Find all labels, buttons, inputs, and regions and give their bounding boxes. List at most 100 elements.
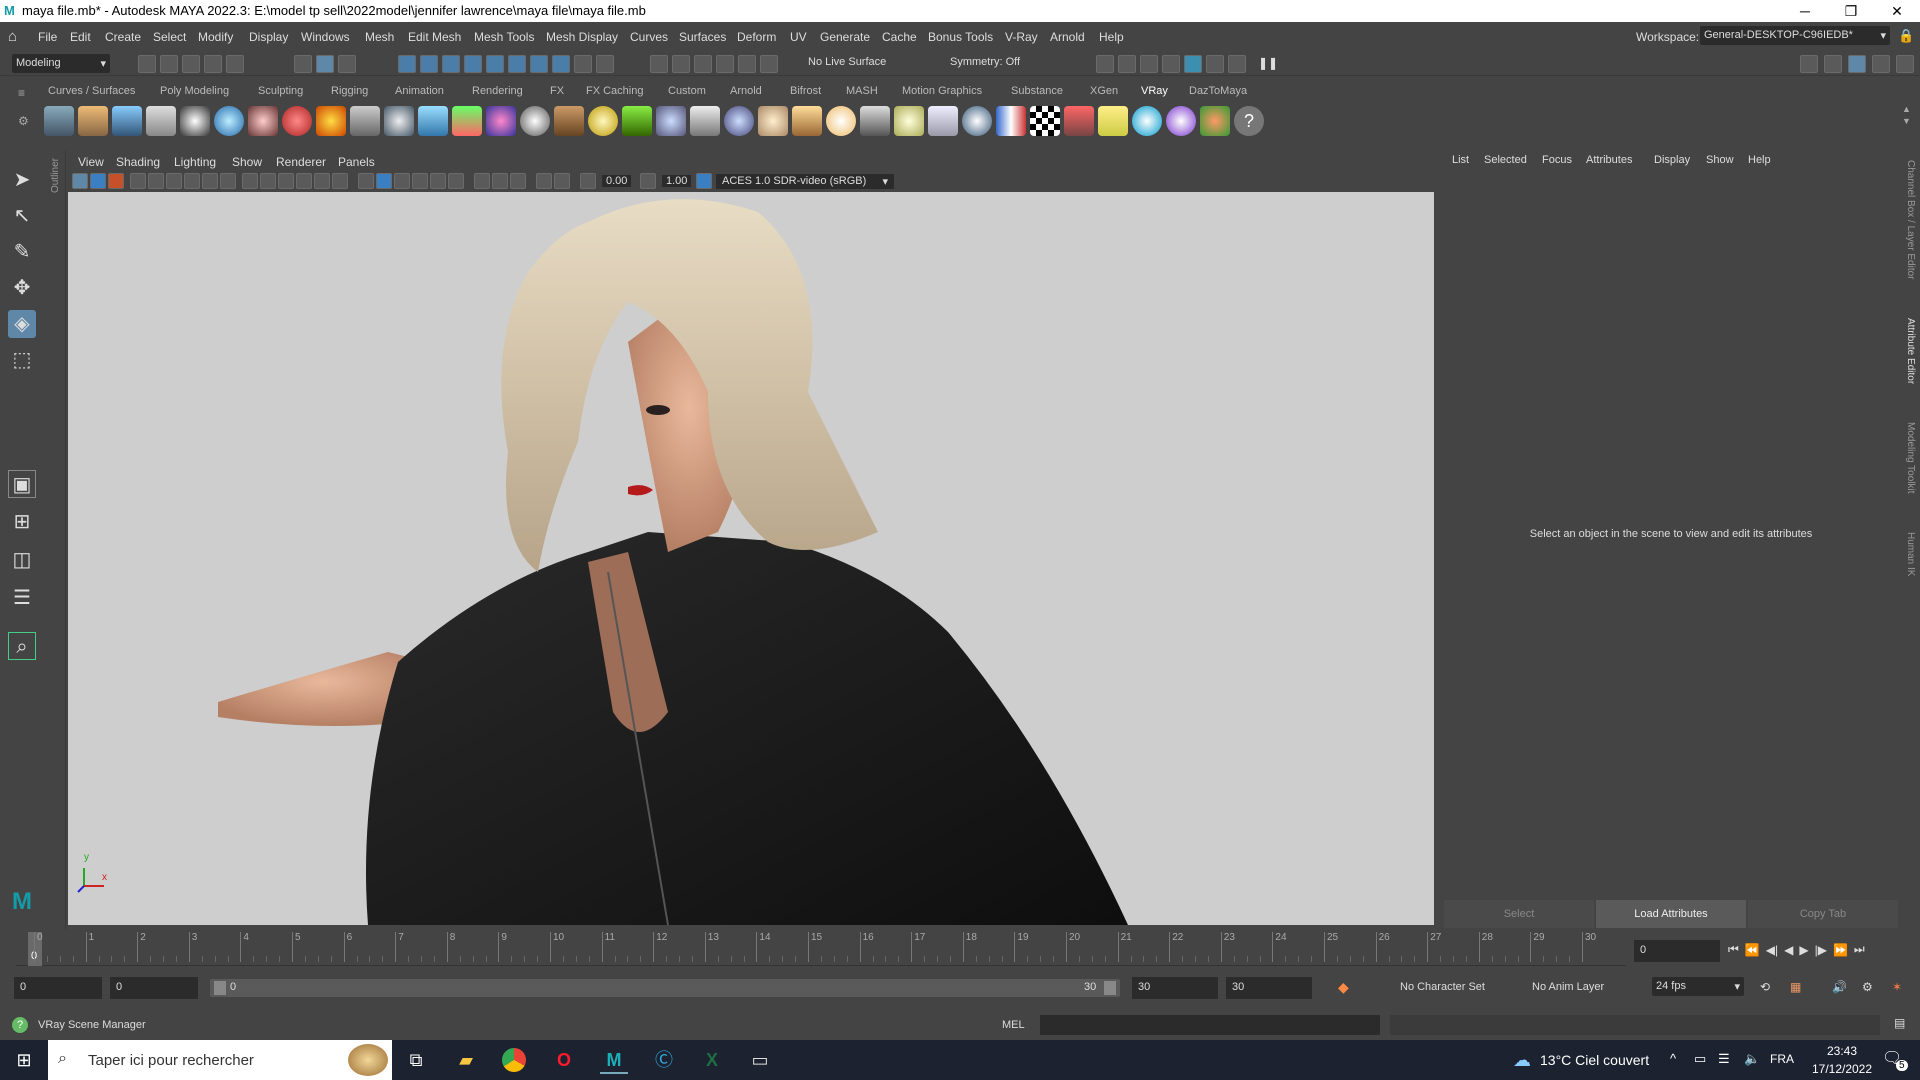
vray-decal-icon[interactable]	[384, 106, 414, 136]
minimize-button[interactable]: ─	[1782, 0, 1828, 22]
playback-start-field[interactable]: 0	[110, 977, 198, 999]
redo-icon[interactable]	[226, 55, 244, 73]
tab-human-ik[interactable]: Human IK	[1905, 532, 1916, 576]
menu-mesh-display[interactable]: Mesh Display	[546, 30, 618, 44]
step-forward-frame-icon[interactable]: |▶	[1815, 943, 1827, 957]
weather-icon[interactable]: ☁	[1508, 1046, 1536, 1074]
soft-select-icon[interactable]	[716, 55, 734, 73]
safe-title-icon[interactable]	[314, 173, 330, 189]
viewport[interactable]: y x	[68, 192, 1434, 925]
menu-uv[interactable]: UV	[790, 30, 807, 44]
render-view-icon[interactable]	[1096, 55, 1114, 73]
clock-time[interactable]: 23:43	[1816, 1044, 1868, 1058]
bookmarks-icon[interactable]	[108, 173, 124, 189]
vray-ipr-icon[interactable]	[78, 106, 108, 136]
ae-menu-focus[interactable]: Focus	[1542, 154, 1572, 166]
menu-vray[interactable]: V-Ray	[1005, 30, 1038, 44]
tab-attribute-editor[interactable]: Attribute Editor	[1905, 318, 1916, 384]
sound-icon[interactable]: 🔊	[1832, 980, 1847, 994]
shadows-icon[interactable]	[412, 173, 428, 189]
vray-proxy-icon[interactable]	[248, 106, 278, 136]
shelf-tab-rendering[interactable]: Rendering	[472, 85, 523, 97]
vray-plugin-icon[interactable]	[146, 106, 176, 136]
menu-display[interactable]: Display	[249, 30, 288, 44]
vray-scene-manager-icon[interactable]	[1200, 106, 1230, 136]
bookmark-icon[interactable]	[184, 173, 200, 189]
auto-key-icon[interactable]: ◆	[1338, 979, 1349, 996]
xray-joints-icon[interactable]	[554, 173, 570, 189]
vray-rect-light-icon[interactable]	[928, 106, 958, 136]
snap-curve-icon[interactable]	[420, 55, 438, 73]
chrome-icon[interactable]	[502, 1048, 526, 1072]
vray-sphere-light-icon[interactable]	[724, 106, 754, 136]
opera-icon[interactable]: O	[550, 1046, 578, 1074]
lock-icon[interactable]: 🔒	[1898, 28, 1914, 44]
task-view-icon[interactable]: ⧉	[402, 1046, 430, 1074]
motion-blur-icon[interactable]	[448, 173, 464, 189]
gate-mask-icon[interactable]	[260, 173, 276, 189]
two-pane-icon[interactable]: ◫	[8, 546, 36, 574]
vray-dome-icon[interactable]	[520, 106, 550, 136]
viewport-menu-show[interactable]: Show	[232, 155, 262, 169]
workspace-select[interactable]: General-DESKTOP-C96IEDB* ▾	[1700, 26, 1890, 45]
script-type-toggle[interactable]: MEL	[1002, 1019, 1025, 1031]
vray-sphere-icon[interactable]	[214, 106, 244, 136]
vray-frame-buffer-icon[interactable]	[1206, 55, 1224, 73]
shelf-tab-curves-surfaces[interactable]: Curves / Surfaces	[48, 85, 135, 97]
symmetry-label[interactable]: Symmetry: Off	[950, 56, 1020, 68]
lasso-tool-icon[interactable]: ↖	[8, 202, 36, 230]
scale-tool-icon[interactable]: ⬚	[8, 346, 36, 374]
menu-curves[interactable]: Curves	[630, 30, 668, 44]
reflection-icon[interactable]	[738, 55, 756, 73]
excel-icon[interactable]: X	[698, 1046, 726, 1074]
viewport-menu-lighting[interactable]: Lighting	[174, 155, 216, 169]
step-back-frame-icon[interactable]: ◀|	[1766, 943, 1778, 957]
render-current-icon[interactable]	[1118, 55, 1136, 73]
input-ops-icon[interactable]	[650, 55, 668, 73]
menu-file[interactable]: File	[38, 30, 57, 44]
snap-view-plane-icon[interactable]	[464, 55, 482, 73]
shelf-tab-bifrost[interactable]: Bifrost	[790, 85, 821, 97]
output-ops-icon[interactable]	[672, 55, 690, 73]
ae-load-attributes-button[interactable]: Load Attributes	[1596, 900, 1746, 928]
menu-select[interactable]: Select	[153, 30, 186, 44]
vray-scatter-icon[interactable]	[656, 106, 686, 136]
lock-selection-icon[interactable]	[574, 55, 592, 73]
anti-aliasing-icon[interactable]	[474, 173, 490, 189]
shelf-tab-sculpting[interactable]: Sculpting	[258, 85, 303, 97]
render-sequence-icon[interactable]	[1228, 55, 1246, 73]
resolution-gate-icon[interactable]	[242, 173, 258, 189]
loop-icon[interactable]: ⟲	[1760, 980, 1770, 994]
new-scene-icon[interactable]	[138, 55, 156, 73]
network-icon[interactable]: ☰	[1718, 1051, 1730, 1067]
ae-menu-show[interactable]: Show	[1706, 154, 1734, 166]
shelf-settings-icon[interactable]: ⚙	[18, 114, 29, 128]
film-gate-icon[interactable]	[220, 173, 236, 189]
taskbar-search-box[interactable]: ⌕ Taper ici pour rechercher	[48, 1040, 392, 1080]
construction-history-icon[interactable]	[694, 55, 712, 73]
wireframe-icon[interactable]	[332, 173, 348, 189]
vray-render-elements-icon[interactable]	[1064, 106, 1094, 136]
ipr-render-icon[interactable]	[1140, 55, 1158, 73]
xray-icon[interactable]	[536, 173, 552, 189]
ae-menu-attributes[interactable]: Attributes	[1586, 154, 1632, 166]
shelf-tab-rigging[interactable]: Rigging	[331, 85, 368, 97]
single-pane-icon[interactable]: ▣	[8, 470, 36, 498]
save-scene-icon[interactable]	[182, 55, 200, 73]
vray-enmesh-icon[interactable]	[452, 106, 482, 136]
shelf-tab-fx-caching[interactable]: FX Caching	[586, 85, 643, 97]
ae-menu-help[interactable]: Help	[1748, 154, 1771, 166]
select-object-icon[interactable]	[316, 55, 334, 73]
animation-preferences-icon[interactable]: ⚙	[1862, 980, 1873, 994]
select-tool-icon[interactable]: ➤	[8, 166, 36, 194]
menu-mesh[interactable]: Mesh	[365, 30, 394, 44]
menu-deform[interactable]: Deform	[737, 30, 776, 44]
script-editor-icon[interactable]: ▤	[1894, 1016, 1905, 1030]
layout-icon[interactable]	[1800, 55, 1818, 73]
menu-windows[interactable]: Windows	[301, 30, 350, 44]
ambient-occlusion-icon[interactable]	[430, 173, 446, 189]
range-end-handle[interactable]	[1104, 981, 1116, 995]
language-indicator[interactable]: FRA	[1770, 1052, 1794, 1066]
volume-icon[interactable]: 🔈	[1744, 1051, 1760, 1067]
vray-vfb-icon[interactable]	[112, 106, 142, 136]
